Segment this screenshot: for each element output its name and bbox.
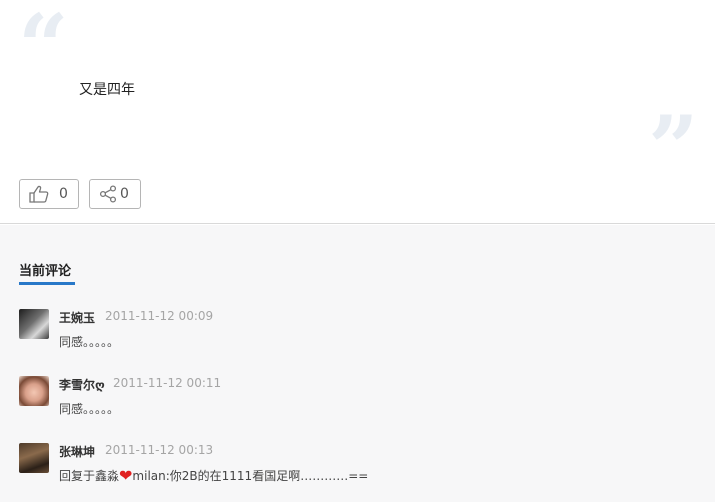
comments-section-title: 当前评论 <box>19 264 72 279</box>
comment-text: 回复于鑫淼❤milan:你2B的在1111看国足啊…………== <box>59 467 368 484</box>
comment-time: 2011-11-12 00:11 <box>113 376 222 390</box>
comment-item: 李雪尔ღ 2011-11-12 00:11 同感。。。。。 <box>19 376 699 416</box>
comment-author[interactable]: 李雪尔ღ <box>59 376 105 393</box>
avatar[interactable] <box>19 376 49 406</box>
open-quote-icon: “ <box>18 0 69 98</box>
like-button[interactable]: 0 <box>19 179 79 209</box>
close-quote-icon: ” <box>648 96 699 200</box>
comment-text: 同感。。。。。 <box>59 402 120 416</box>
share-icon <box>99 185 117 203</box>
share-count: 0 <box>120 186 129 202</box>
comment-author[interactable]: 张琳坤 <box>59 443 95 460</box>
comments-section: 当前评论 王婉玉 2011-11-12 00:09 同感。。。。。 李雪尔ღ 2… <box>0 225 715 502</box>
comment-time: 2011-11-12 00:13 <box>105 443 214 457</box>
comment-author[interactable]: 王婉玉 <box>59 309 95 326</box>
avatar[interactable] <box>19 309 49 339</box>
reply-prefix: 回复于鑫淼 <box>59 469 120 483</box>
thumbs-up-icon <box>29 185 49 203</box>
share-button[interactable]: 0 <box>89 179 141 209</box>
comment-item: 王婉玉 2011-11-12 00:09 同感。。。。。 <box>19 309 699 349</box>
avatar[interactable] <box>19 443 49 473</box>
post-text: 又是四年 <box>79 82 135 98</box>
heart-icon: ❤ <box>119 466 133 485</box>
comment-time: 2011-11-12 00:09 <box>105 309 214 323</box>
like-count: 0 <box>59 186 68 202</box>
section-title-underline <box>19 282 75 285</box>
reply-body: milan:你2B的在1111看国足啊…………== <box>132 469 369 483</box>
comment-item: 张琳坤 2011-11-12 00:13 回复于鑫淼❤milan:你2B的在11… <box>19 443 699 484</box>
comment-text: 同感。。。。。 <box>59 335 120 349</box>
post-card: “ 又是四年 ” 0 0 <box>0 0 715 224</box>
